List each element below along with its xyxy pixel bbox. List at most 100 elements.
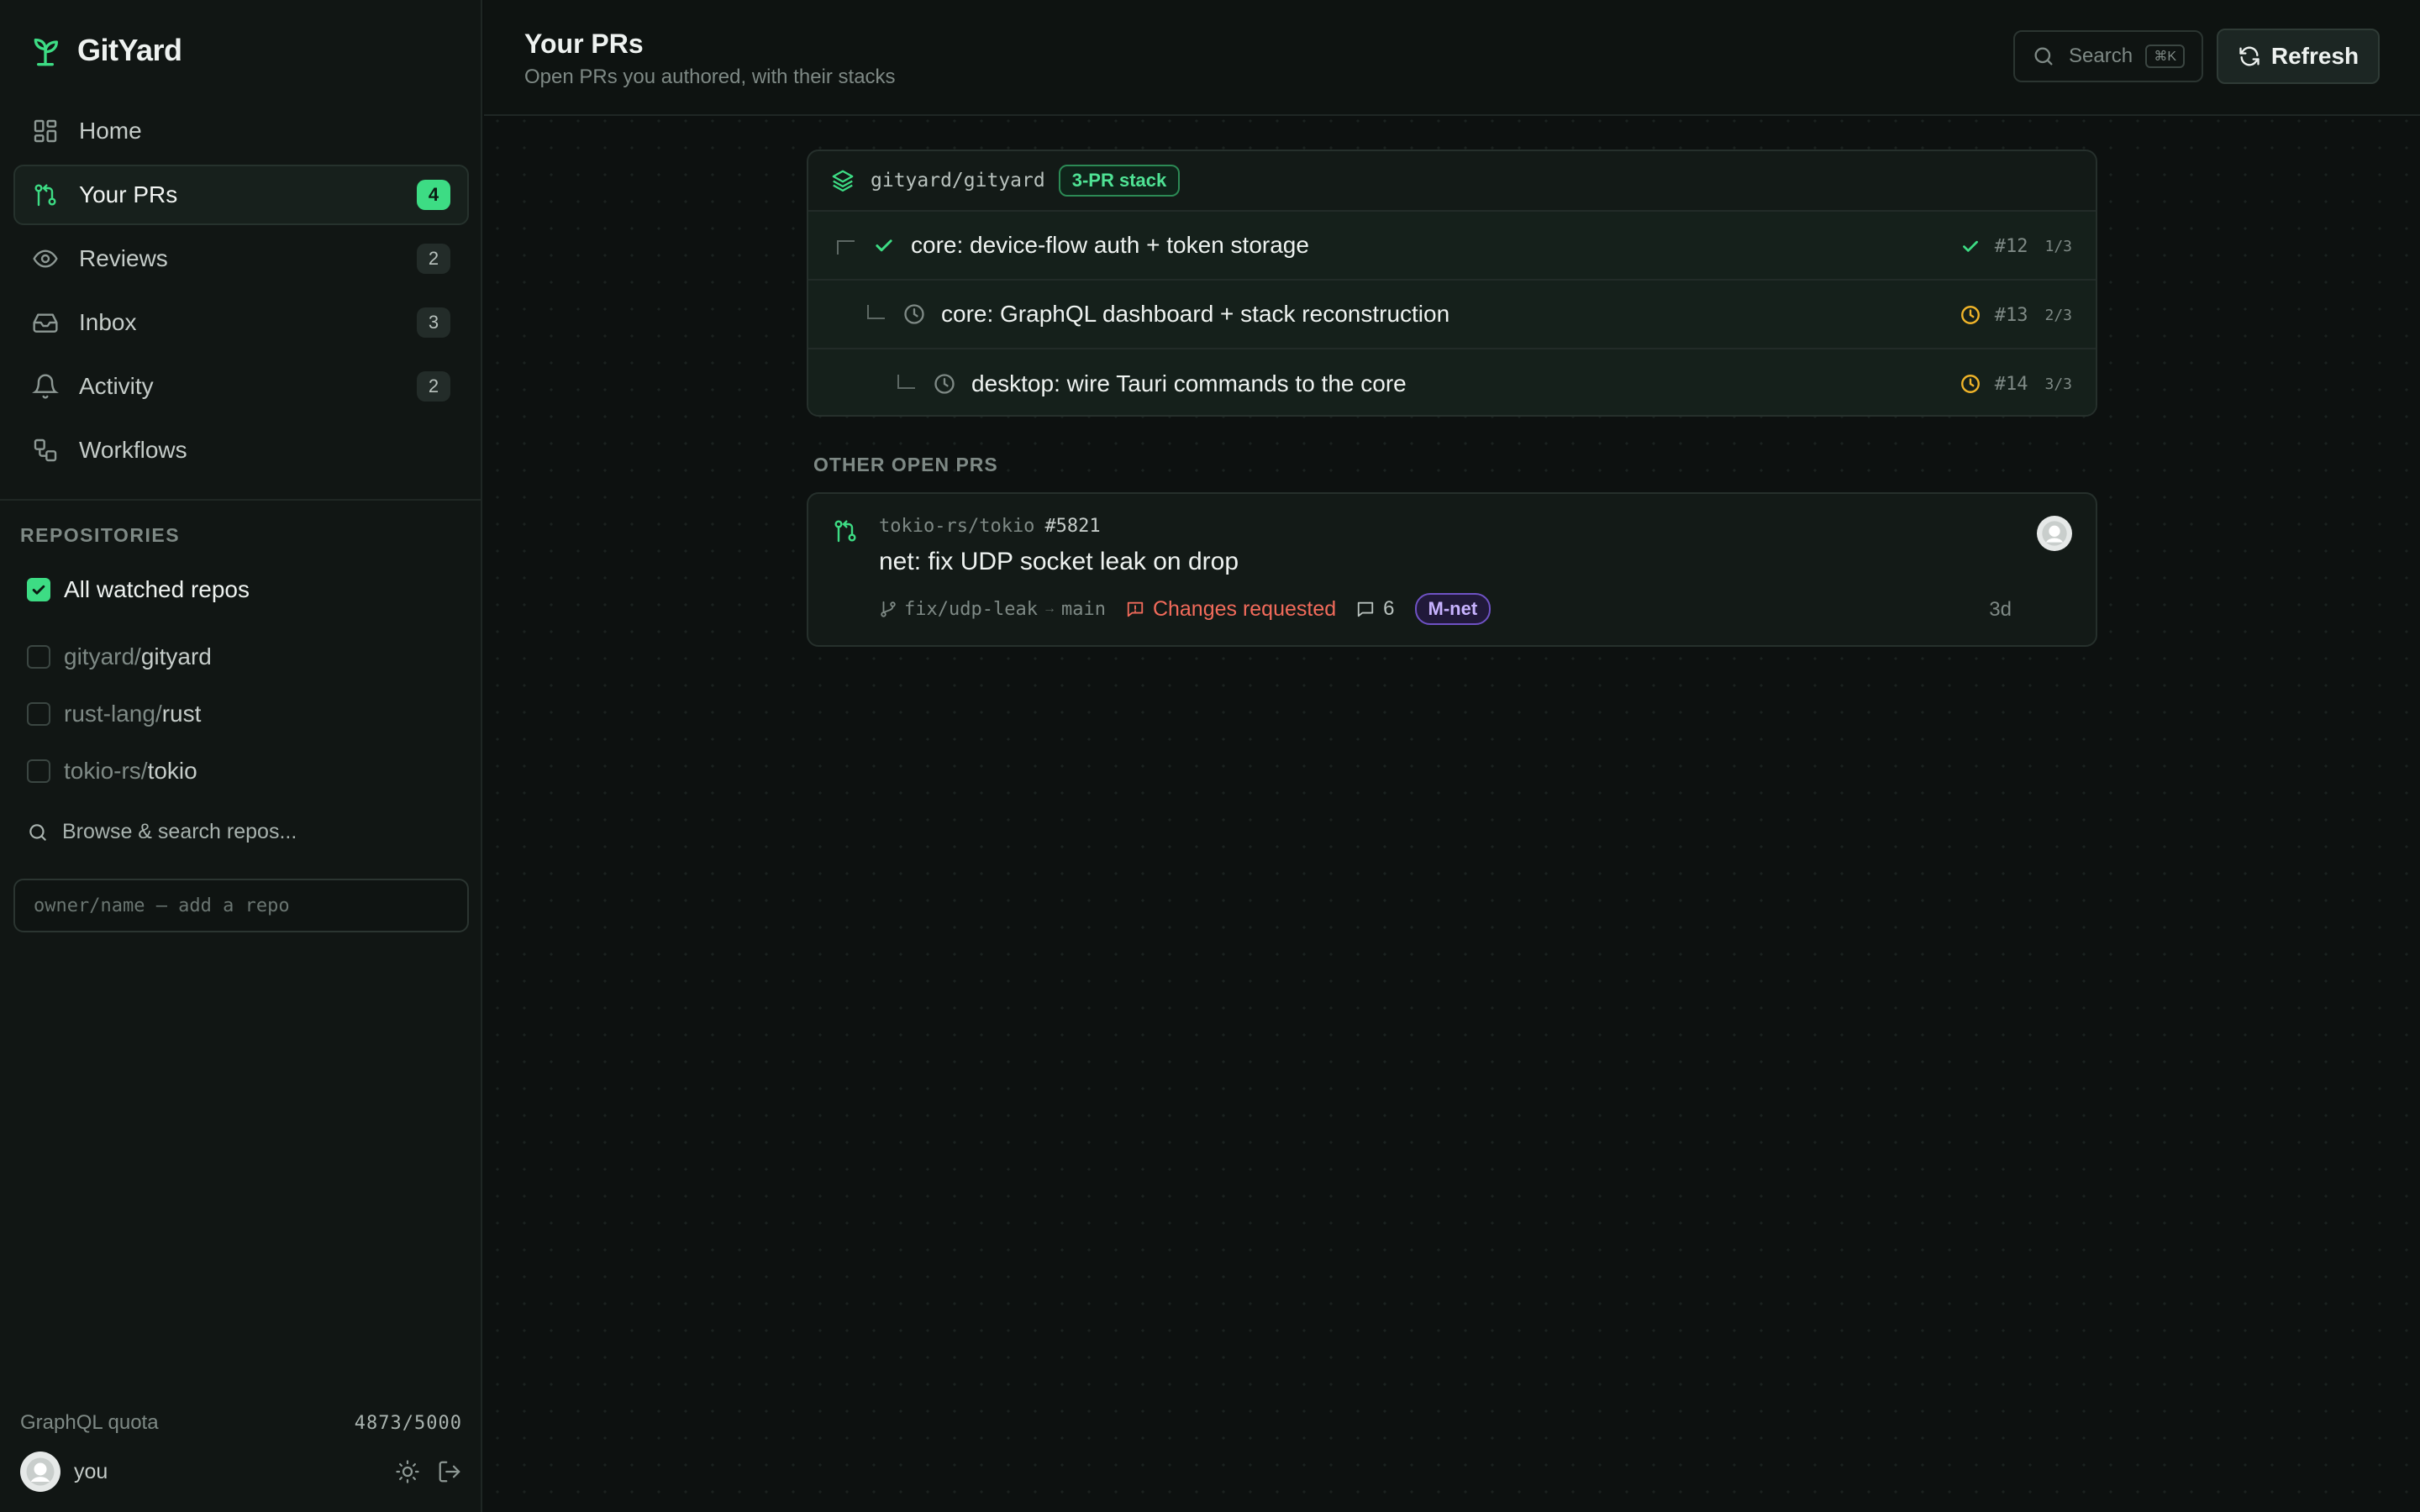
user-actions: [395, 1459, 462, 1484]
stack-pr-row[interactable]: desktop: wire Tauri commands to the core…: [808, 349, 2096, 415]
nav-item-reviews[interactable]: Reviews 2: [13, 228, 469, 289]
check-icon: [876, 239, 892, 252]
stack-position: 1/3: [2044, 237, 2072, 255]
search-icon: [2034, 47, 2053, 66]
repo-filter-label: tokio-rs/tokio: [64, 758, 197, 785]
checkbox[interactable]: [27, 702, 50, 726]
review-status: Changes requested: [1126, 597, 1336, 622]
top-bar: Your PRs Open PRs you authored, with the…: [484, 0, 2420, 116]
github-avatar-icon: [2042, 521, 2067, 546]
check-icon: [1962, 240, 1978, 252]
nav-item-your-prs[interactable]: Your PRs 4: [13, 165, 469, 225]
comment-icon: [1357, 601, 1374, 617]
tree-start-icon: [837, 240, 855, 255]
repo-filter-item[interactable]: tokio-rs/tokio: [27, 754, 197, 788]
repo-name: rust: [161, 701, 202, 727]
pr-title: core: GraphQL dashboard + stack reconstr…: [941, 301, 1450, 327]
stack-pr-row[interactable]: core: device-flow auth + token storage #…: [808, 212, 2096, 281]
clock-icon: [904, 304, 924, 324]
repo-owner: rust-lang/: [64, 701, 162, 727]
count-badge: 3: [417, 307, 450, 338]
base-branch: main: [1060, 598, 1106, 620]
stack-position: 2/3: [2044, 306, 2072, 324]
grid-icon: [34, 119, 57, 143]
nav-label: Home: [79, 118, 142, 144]
other-prs-heading: OTHER OPEN PRS: [813, 454, 998, 475]
review-comment-icon: [1127, 601, 1144, 617]
author-avatar[interactable]: [2037, 516, 2072, 551]
stack-size-badge: 3-PR stack: [1058, 165, 1181, 197]
tree-branch-icon: [867, 305, 885, 319]
sign-out-icon[interactable]: [437, 1459, 462, 1484]
repo-filter-all[interactable]: All watched repos: [27, 573, 250, 606]
nav-label: Inbox: [79, 309, 137, 335]
sidebar: GitYard Home Your PRs 4 Reviews 2 Inbox …: [0, 0, 482, 1512]
repo-name: gityard: [140, 643, 212, 669]
keyboard-shortcut: ⌘K: [2145, 45, 2185, 68]
clock-pending-icon: [1960, 306, 1980, 324]
git-branch-icon: [881, 601, 896, 617]
add-repo-input[interactable]: [13, 879, 469, 932]
nav-item-workflows[interactable]: Workflows: [13, 420, 469, 480]
avatar[interactable]: [20, 1452, 60, 1492]
review-status-label: Changes requested: [1152, 596, 1337, 621]
checkbox[interactable]: [27, 645, 50, 669]
count-badge: 2: [417, 371, 450, 402]
quota-value: 4873/5000: [354, 1412, 462, 1434]
nav-item-activity[interactable]: Activity 2: [13, 356, 469, 417]
pr-age: 3d: [1989, 598, 2012, 621]
brand[interactable]: GitYard: [29, 30, 182, 71]
stack-position: 3/3: [2044, 375, 2072, 393]
stack-pr-row[interactable]: core: GraphQL dashboard + stack reconstr…: [808, 281, 2096, 349]
repo-filter-item[interactable]: rust-lang/rust: [27, 697, 201, 731]
pull-request-icon: [34, 184, 56, 207]
repo-filter-label: rust-lang/rust: [64, 701, 201, 727]
clock-pending-icon: [1960, 375, 1980, 393]
search-button[interactable]: Search ⌘K: [2013, 30, 2203, 82]
page-subtitle: Open PRs you authored, with their stacks: [524, 66, 896, 88]
sidebar-divider: [0, 499, 482, 501]
repo-filter-label: gityard/gityard: [64, 643, 212, 670]
main-nav: Home Your PRs 4 Reviews 2 Inbox 3 Activi…: [13, 101, 469, 484]
app-name: GitYard: [77, 33, 182, 67]
search-icon: [29, 823, 46, 841]
head-branch: fix/udp-leak: [904, 598, 1038, 620]
checkbox-checked[interactable]: [27, 578, 50, 601]
sun-icon[interactable]: [395, 1459, 420, 1484]
checkbox[interactable]: [27, 759, 50, 783]
nav-item-home[interactable]: Home: [13, 101, 469, 161]
sprout-logo-icon: [34, 38, 59, 66]
browse-repos-link[interactable]: Browse & search repos...: [27, 820, 297, 844]
pr-repo-line: tokio-rs/tokio #5821: [879, 516, 1101, 537]
check-icon: [32, 585, 45, 595]
repo-filter-label: All watched repos: [64, 576, 250, 602]
workflow-icon: [34, 438, 57, 462]
stack-repo[interactable]: gityard/gityard: [871, 170, 1045, 192]
repo-filter-item[interactable]: gityard/gityard: [27, 640, 212, 674]
user-name: you: [74, 1459, 108, 1483]
page-title: Your PRs: [524, 29, 644, 59]
github-avatar-icon: [26, 1457, 55, 1486]
pull-request-icon: [834, 520, 856, 543]
layers-icon: [832, 170, 854, 192]
branch-arrow: →: [1042, 601, 1056, 616]
nav-label: Workflows: [79, 437, 187, 463]
pr-title: core: device-flow auth + token storage: [911, 232, 1309, 258]
pr-title[interactable]: net: fix UDP socket leak on drop: [879, 548, 1239, 576]
repo-owner: gityard/: [64, 643, 141, 669]
tree-branch-icon: [897, 375, 915, 389]
main-content: Your PRs Open PRs you authored, with the…: [484, 0, 2420, 1512]
pr-card[interactable]: tokio-rs/tokio #5821 net: fix UDP socket …: [807, 492, 2097, 647]
nav-item-inbox[interactable]: Inbox 3: [13, 292, 469, 353]
pr-number: #12: [1994, 235, 2028, 257]
pr-label[interactable]: M-net: [1414, 593, 1491, 625]
user-bar: you: [20, 1452, 462, 1492]
search-label: Search: [2069, 45, 2133, 67]
nav-label: Reviews: [79, 245, 168, 271]
comment-count: 6: [1356, 597, 1395, 621]
refresh-button[interactable]: Refresh: [2217, 29, 2380, 84]
repo-name: tokio: [147, 758, 197, 784]
pr-title: desktop: wire Tauri commands to the core: [971, 370, 1407, 396]
eye-icon: [33, 249, 58, 268]
pr-repo[interactable]: tokio-rs/tokio: [879, 516, 1034, 537]
